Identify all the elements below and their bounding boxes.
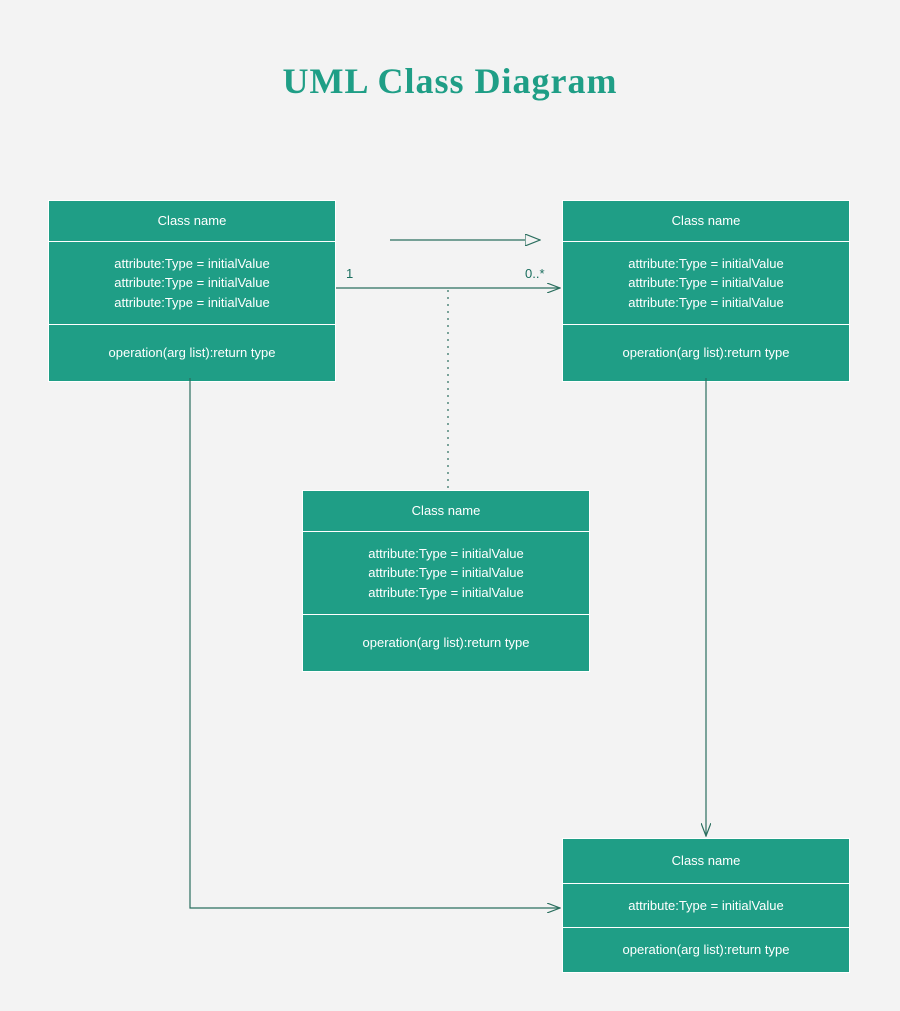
- uml-class-3-association: Class name attribute:Type = initialValue…: [302, 490, 590, 672]
- diagram-title: UML Class Diagram: [0, 60, 900, 102]
- class-operations: operation(arg list):return type: [563, 325, 849, 381]
- class-attribute: attribute:Type = initialValue: [65, 293, 319, 313]
- class-attributes: attribute:Type = initialValue: [563, 884, 849, 929]
- class-attribute: attribute:Type = initialValue: [579, 896, 833, 916]
- uml-class-4: Class name attribute:Type = initialValue…: [562, 838, 850, 973]
- class-operations: operation(arg list):return type: [563, 928, 849, 972]
- multiplicity-right: 0..*: [525, 266, 545, 281]
- class-operation: operation(arg list):return type: [65, 343, 319, 363]
- class-operations: operation(arg list):return type: [49, 325, 335, 381]
- class-operations: operation(arg list):return type: [303, 615, 589, 671]
- class-attribute: attribute:Type = initialValue: [319, 544, 573, 564]
- class-operation: operation(arg list):return type: [319, 633, 573, 653]
- class-attribute: attribute:Type = initialValue: [319, 583, 573, 603]
- class-attributes: attribute:Type = initialValue attribute:…: [303, 532, 589, 616]
- class-operation: operation(arg list):return type: [579, 343, 833, 363]
- multiplicity-left: 1: [346, 266, 353, 281]
- class-name: Class name: [563, 201, 849, 242]
- class-attribute: attribute:Type = initialValue: [579, 254, 833, 274]
- class-attribute: attribute:Type = initialValue: [579, 293, 833, 313]
- class-name: Class name: [563, 839, 849, 884]
- class-attributes: attribute:Type = initialValue attribute:…: [563, 242, 849, 326]
- class-attribute: attribute:Type = initialValue: [65, 273, 319, 293]
- uml-class-1: Class name attribute:Type = initialValue…: [48, 200, 336, 382]
- class-attribute: attribute:Type = initialValue: [65, 254, 319, 274]
- class-name: Class name: [49, 201, 335, 242]
- class-attribute: attribute:Type = initialValue: [579, 273, 833, 293]
- class-operation: operation(arg list):return type: [579, 940, 833, 960]
- class-attributes: attribute:Type = initialValue attribute:…: [49, 242, 335, 326]
- uml-class-2: Class name attribute:Type = initialValue…: [562, 200, 850, 382]
- class-attribute: attribute:Type = initialValue: [319, 563, 573, 583]
- class-name: Class name: [303, 491, 589, 532]
